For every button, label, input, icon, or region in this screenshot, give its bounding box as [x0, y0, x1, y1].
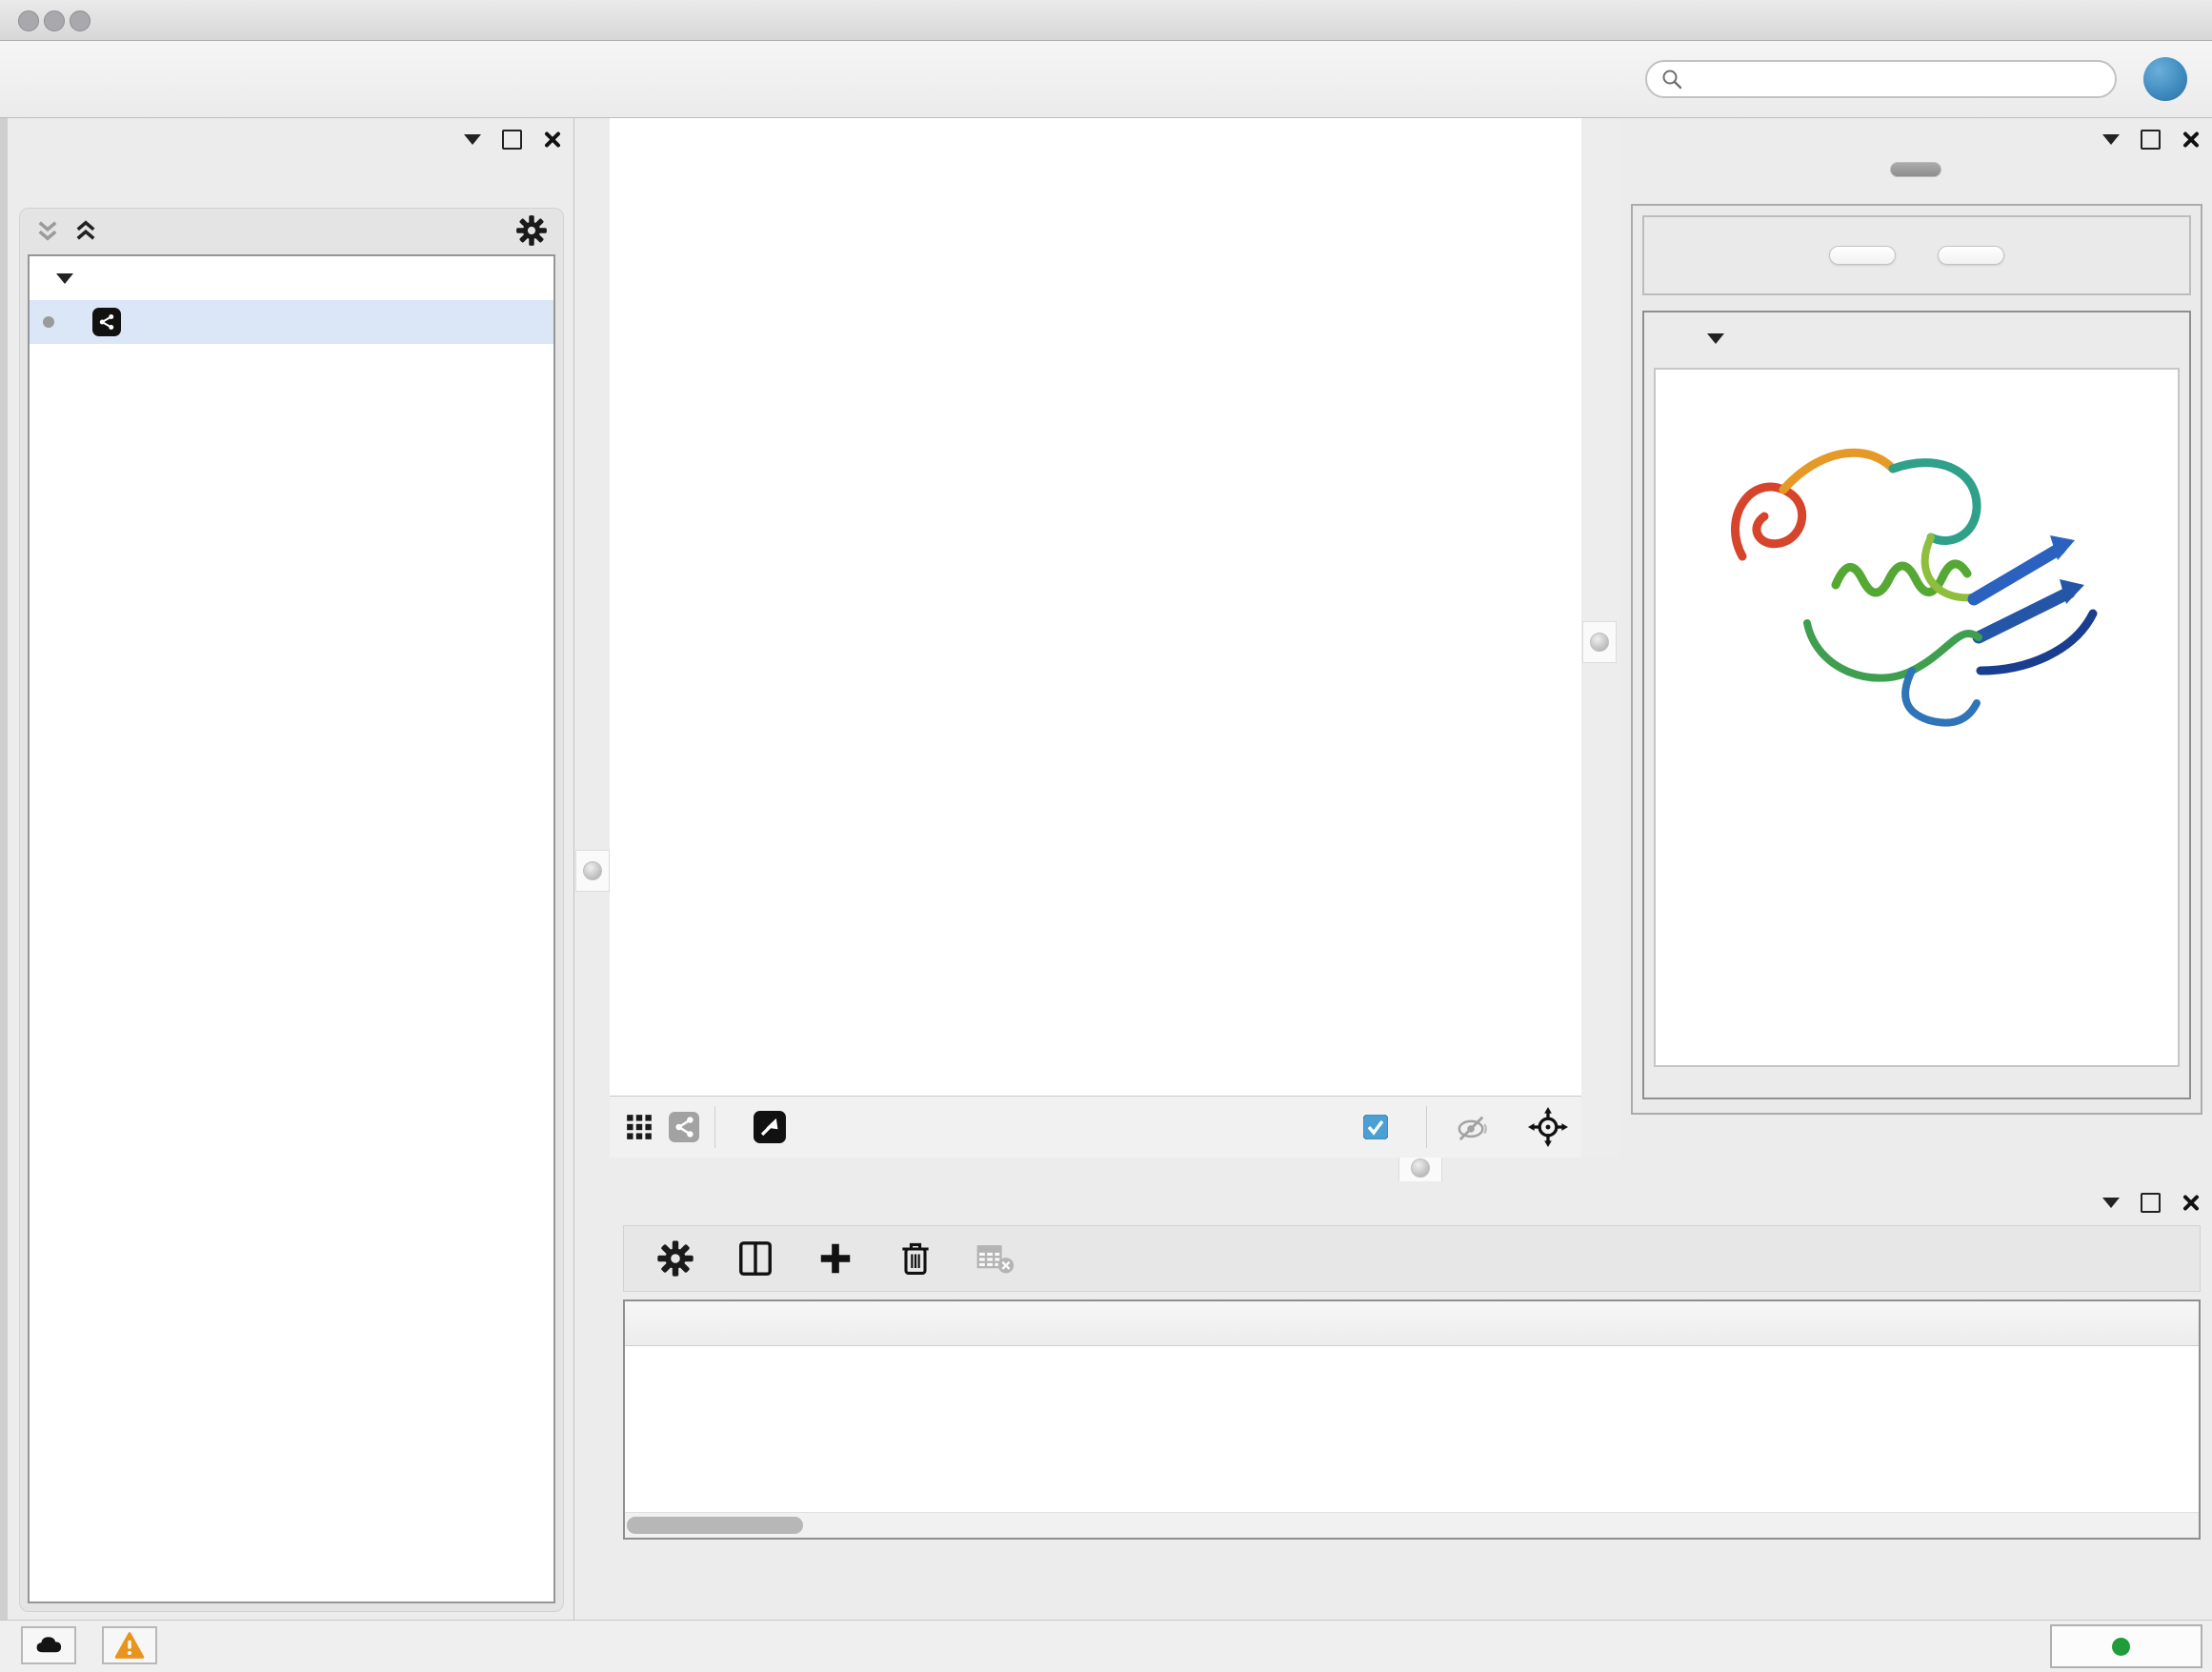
warning-icon [114, 1630, 145, 1661]
tree-collapse-controls [35, 219, 98, 242]
panel-menu-icon[interactable] [464, 134, 481, 145]
selected-checkbox-icon[interactable] [1363, 1115, 1388, 1139]
gene-entry-header[interactable] [1644, 312, 2189, 364]
window-title [0, 0, 2212, 40]
scrollbar-thumb[interactable] [627, 1517, 803, 1534]
network-view-icon[interactable] [669, 1112, 699, 1142]
panel-menu-icon[interactable] [2102, 134, 2120, 145]
search-icon [1660, 68, 1683, 91]
close-panel-icon[interactable] [2182, 1194, 2199, 1211]
memory-status-dot [2112, 1638, 2130, 1656]
node-table[interactable] [623, 1299, 2201, 1540]
float-panel-icon[interactable] [2141, 1193, 2161, 1213]
float-panel-icon[interactable] [2141, 130, 2161, 150]
panel-menu-icon[interactable] [2102, 1198, 2120, 1208]
delete-column-icon[interactable] [896, 1239, 935, 1278]
main-toolbar [0, 41, 2212, 118]
protein-structure-image [1693, 385, 2141, 795]
toolbar-separator [714, 1106, 715, 1148]
cloud-status-button[interactable] [21, 1626, 76, 1664]
network-icon [92, 308, 121, 336]
detach-view-icon[interactable] [754, 1111, 786, 1143]
control-panel [8, 118, 573, 1620]
view-indicator-dot [43, 316, 54, 328]
table-panel [610, 1181, 2212, 1620]
table-toolbar [623, 1225, 2201, 1292]
network-tab-content [19, 208, 564, 1612]
gene-entry [1642, 311, 2191, 1099]
float-panel-icon[interactable] [502, 130, 522, 150]
search-box[interactable] [1645, 60, 2117, 98]
show-columns-icon[interactable] [736, 1239, 774, 1278]
table-options-gear-icon[interactable] [656, 1239, 694, 1278]
network-canvas[interactable] [610, 118, 1581, 1096]
left-splitter[interactable] [573, 118, 612, 1620]
horizontal-scrollbar[interactable] [625, 1512, 2199, 1538]
toolbar-separator [1426, 1106, 1427, 1148]
results-panel [1619, 118, 2212, 1157]
hidden-eye-icon [1454, 1112, 1490, 1142]
search-input[interactable] [1693, 63, 2100, 95]
network-view-panel [610, 118, 1581, 1157]
expand-all-icon[interactable] [73, 219, 98, 242]
birds-eye-icon[interactable] [1528, 1107, 1568, 1147]
network-collection-row[interactable] [30, 256, 553, 300]
network-list [28, 254, 555, 1603]
splitter-grip[interactable] [575, 850, 610, 892]
warning-status-button[interactable] [102, 1626, 157, 1664]
cloud-icon [33, 1630, 64, 1661]
collapse-all-button[interactable] [1938, 246, 2004, 265]
right-splitter[interactable] [1581, 118, 1622, 1157]
memory-button[interactable] [2050, 1624, 2202, 1668]
close-panel-icon[interactable] [543, 131, 560, 148]
splitter-grip[interactable] [1582, 621, 1617, 663]
network-row-selected[interactable] [30, 300, 553, 344]
string-results-content [1631, 204, 2202, 1115]
collapse-all-icon[interactable] [35, 219, 60, 242]
grid-view-icon[interactable] [625, 1113, 654, 1141]
delete-table-icon [976, 1239, 1015, 1278]
tree-expand-icon[interactable] [56, 273, 73, 284]
help-button[interactable] [2143, 57, 2187, 101]
network-options-gear-icon[interactable] [515, 214, 548, 247]
network-view-toolbar [610, 1096, 1581, 1158]
title-bar [0, 0, 2212, 41]
expand-all-button[interactable] [1829, 246, 1896, 265]
tab-string[interactable] [1890, 162, 1941, 177]
add-column-icon[interactable] [816, 1239, 855, 1278]
collapse-entry-icon[interactable] [1707, 333, 1724, 344]
status-bar [0, 1620, 2212, 1672]
horizontal-splitter[interactable] [610, 1157, 2212, 1181]
close-panel-icon[interactable] [2182, 131, 2199, 148]
table-header-row [625, 1301, 2199, 1346]
